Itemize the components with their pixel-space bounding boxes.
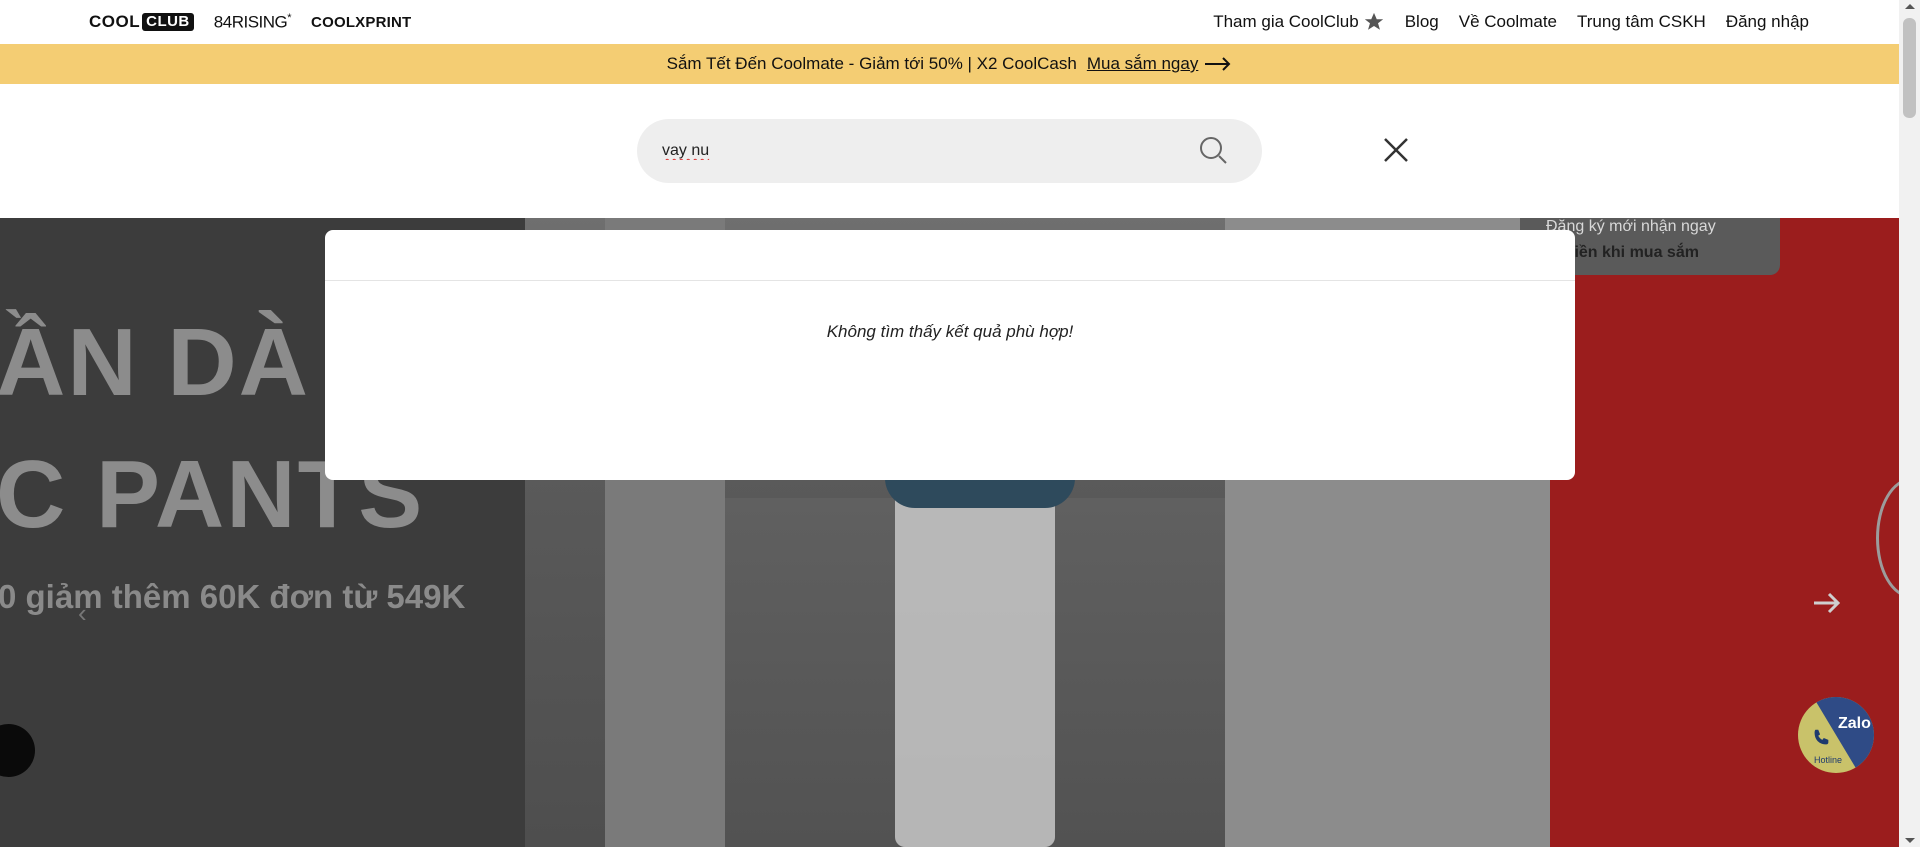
top-bar: COOL CLUB 84RISING* COOLXPRINT Tham gia …: [0, 0, 1899, 44]
coolclub-logo-link[interactable]: COOL CLUB: [89, 12, 194, 32]
search-input[interactable]: [662, 142, 1162, 160]
arrow-right-icon: [1205, 57, 1231, 71]
join-coolclub-link[interactable]: Tham gia CoolClub: [1213, 11, 1385, 33]
hotline-label: Hotline: [1814, 755, 1843, 765]
scroll-down-icon[interactable]: [1905, 838, 1915, 843]
84rising-logo-mark: *: [287, 12, 292, 24]
84rising-logo-link[interactable]: 84RISING*: [213, 12, 292, 33]
star-icon: [1364, 12, 1383, 30]
coolclub-logo-badge: CLUB: [142, 13, 194, 32]
zalo-label: Zalo: [1838, 715, 1871, 732]
page-scrollbar[interactable]: [1899, 0, 1920, 847]
84rising-logo-text: 84RISING: [213, 12, 288, 32]
promo-text: Sắm Tết Đến Coolmate - Giảm tới 50% | X2…: [666, 54, 1077, 73]
contact-widget[interactable]: Zalo Hotline: [1798, 697, 1874, 773]
brand-links: COOL CLUB 84RISING* COOLXPRINT: [89, 12, 411, 33]
search-results-panel: Không tìm thấy kết quả phù hợp!: [325, 230, 1575, 480]
coolclub-logo-text: COOL: [89, 12, 141, 32]
scroll-thumb[interactable]: [1903, 18, 1916, 118]
coolxprint-logo-link[interactable]: COOLXPRINT: [311, 14, 411, 31]
scroll-up-icon[interactable]: [1905, 4, 1915, 9]
hero-headline-line1: ẦN DÀ: [0, 309, 310, 416]
blog-link[interactable]: Blog: [1405, 12, 1439, 32]
carousel-prev-icon[interactable]: ‹: [78, 598, 87, 629]
join-coolclub-label: Tham gia CoolClub: [1213, 12, 1359, 31]
search-header: [0, 84, 1899, 218]
about-coolmate-link[interactable]: Về Coolmate: [1459, 12, 1557, 32]
carousel-next-icon[interactable]: [1810, 586, 1844, 620]
results-divider: [325, 280, 1575, 281]
no-results-message: Không tìm thấy kết quả phù hợp!: [826, 322, 1074, 341]
hero-subline: 0 giảm thêm 60K đơn từ 549K: [0, 578, 466, 615]
phone-icon: [1814, 729, 1829, 745]
close-icon[interactable]: [1380, 134, 1412, 166]
search-box: [637, 119, 1262, 183]
promo-bar: Sắm Tết Đến Coolmate - Giảm tới 50% | X2…: [0, 44, 1899, 84]
top-nav: Tham gia CoolClub Blog Về Coolmate Trung…: [1213, 11, 1809, 33]
shop-now-link[interactable]: Mua sắm ngay: [1087, 54, 1233, 74]
customer-support-link[interactable]: Trung tâm CSKH: [1577, 12, 1706, 32]
shop-now-label: Mua sắm ngay: [1086, 54, 1199, 73]
search-icon[interactable]: [1198, 135, 1228, 165]
login-link[interactable]: Đăng nhập: [1726, 12, 1809, 32]
